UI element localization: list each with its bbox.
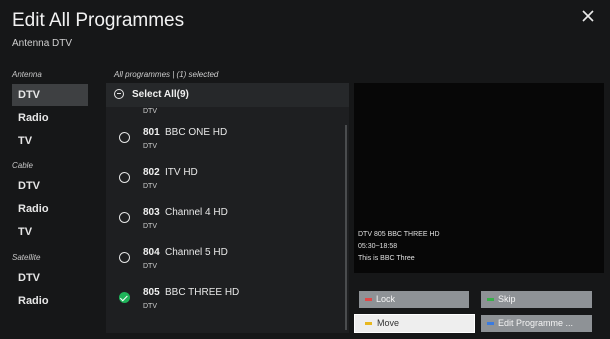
programme-type: DTV: [143, 143, 157, 150]
radio-icon[interactable]: [119, 252, 130, 263]
sidebar-item-antenna-tv[interactable]: TV: [12, 130, 88, 152]
select-all-button[interactable]: Select All(9): [106, 83, 349, 107]
sidebar-group-satellite: Satellite: [12, 253, 41, 262]
radio-icon[interactable]: [119, 132, 130, 143]
programme-number: 804: [143, 247, 160, 258]
skip-label: Skip: [498, 294, 516, 304]
move-button[interactable]: Move: [354, 314, 475, 333]
list-item[interactable]: 802 ITV HD DTV: [106, 158, 349, 198]
list-scrollbar[interactable]: [345, 125, 347, 330]
list-item[interactable]: 803 Channel 4 HD DTV: [106, 198, 349, 238]
sidebar-item-antenna-dtv[interactable]: DTV: [12, 84, 88, 106]
list-item[interactable]: 804 Channel 5 HD DTV: [106, 238, 349, 278]
sidebar-group-antenna: Antenna: [12, 70, 42, 79]
list-header: All programmes | (1) selected: [114, 70, 219, 79]
lock-button[interactable]: Lock: [359, 291, 469, 308]
green-key-icon: [487, 298, 494, 301]
programme-name: ITV HD: [165, 167, 198, 178]
page-subtitle: Antenna DTV: [12, 38, 73, 49]
skip-button[interactable]: Skip: [481, 291, 592, 308]
sidebar-item-satellite-radio[interactable]: Radio: [12, 290, 88, 312]
page-title: Edit All Programmes: [12, 10, 185, 31]
preview-time: 05:30~18:58: [358, 243, 398, 250]
programme-number: 805: [143, 287, 160, 298]
minus-circle-icon: [114, 89, 124, 99]
sidebar-item-cable-dtv[interactable]: DTV: [12, 175, 88, 197]
move-label: Move: [377, 318, 400, 328]
close-icon[interactable]: [580, 8, 596, 24]
checked-radio-icon[interactable]: [119, 292, 130, 303]
sidebar-item-antenna-radio[interactable]: Radio: [12, 107, 88, 129]
programme-number: 801: [143, 127, 160, 138]
edit-programme-button[interactable]: Edit Programme ...: [481, 315, 592, 332]
programme-name: Channel 5 HD: [165, 247, 228, 258]
programme-name: BBC ONE HD: [165, 127, 228, 138]
programme-type: DTV: [143, 303, 157, 310]
programme-number: 803: [143, 207, 160, 218]
list-item[interactable]: 801 BBC ONE HD DTV: [106, 118, 349, 158]
programme-list: Select All(9) DTV 801 BBC ONE HD DTV 802…: [106, 83, 349, 333]
sidebar-item-satellite-dtv[interactable]: DTV: [12, 267, 88, 289]
programme-name: Channel 4 HD: [165, 207, 228, 218]
red-key-icon: [365, 298, 372, 301]
radio-icon[interactable]: [119, 172, 130, 183]
lock-label: Lock: [376, 294, 396, 304]
select-all-label: Select All(9): [132, 89, 189, 100]
yellow-key-icon: [365, 322, 372, 325]
radio-icon[interactable]: [119, 212, 130, 223]
programme-number: 802: [143, 167, 160, 178]
preview-description: This is BBC Three: [358, 255, 415, 262]
preview-channel: DTV 805 BBC THREE HD: [358, 231, 440, 238]
blue-key-icon: [487, 322, 494, 325]
programme-type: DTV: [143, 223, 157, 230]
edit-programme-label: Edit Programme ...: [498, 318, 574, 328]
programme-name: BBC THREE HD: [165, 287, 240, 298]
sidebar-item-cable-tv[interactable]: TV: [12, 221, 88, 243]
list-item[interactable]: 805 BBC THREE HD DTV: [106, 278, 349, 318]
programme-type: DTV: [143, 183, 157, 190]
sidebar-item-cable-radio[interactable]: Radio: [12, 198, 88, 220]
sidebar-group-cable: Cable: [12, 161, 33, 170]
programme-type: DTV: [143, 263, 157, 270]
